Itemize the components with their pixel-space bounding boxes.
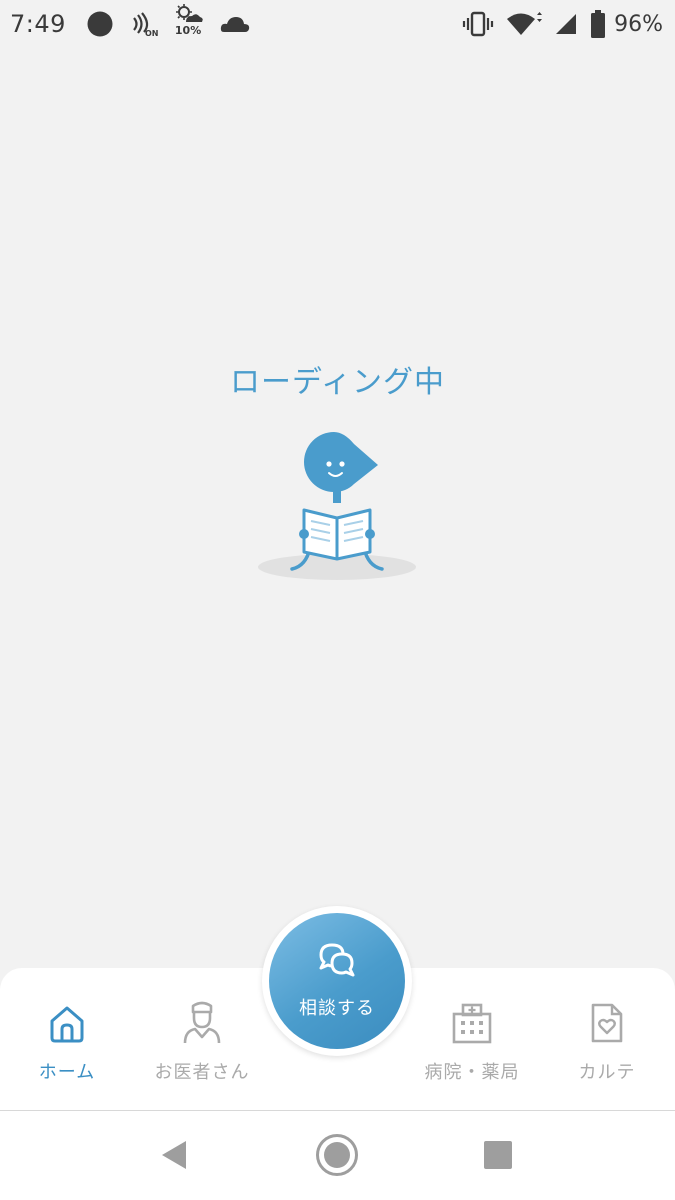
nav-item-doctor[interactable]: お医者さん <box>137 998 267 1084</box>
medical-record-icon <box>590 998 624 1044</box>
circle-notification-icon <box>86 10 114 38</box>
cell-signal-icon <box>554 12 578 36</box>
wifi-icon <box>506 11 543 37</box>
nav-label-hospital: 病院・薬局 <box>424 1062 520 1083</box>
nfc-on-icon: ON <box>130 10 158 38</box>
recents-icon <box>483 1140 513 1174</box>
nav-label-doctor: お医者さん <box>154 1062 250 1083</box>
app-screen: 7:49 ON 10% 96% ローディング中 ホーム お医者さん 病院・薬局 … <box>0 0 675 1200</box>
consult-button[interactable]: 相談する <box>262 906 412 1056</box>
chat-bubbles-icon <box>315 942 359 984</box>
nav-item-medical-record[interactable]: カルテ <box>542 998 672 1084</box>
home-circle-icon <box>315 1133 359 1181</box>
system-navigation-bar <box>0 1111 675 1200</box>
svg-text:ON: ON <box>145 29 158 38</box>
vibrate-icon <box>462 11 494 37</box>
back-icon <box>159 1139 189 1175</box>
loading-text: ローディング中 <box>230 365 445 400</box>
recents-button[interactable] <box>476 1135 520 1179</box>
cloud-icon <box>220 14 250 34</box>
doctor-icon <box>182 998 222 1044</box>
battery-icon <box>590 10 606 38</box>
status-bar: 7:49 ON 10% 96% <box>0 0 675 48</box>
consult-button-face: 相談する <box>269 913 405 1049</box>
mascot-reading-book-image <box>254 428 420 588</box>
nav-item-hospital[interactable]: 病院・薬局 <box>407 998 537 1084</box>
back-button[interactable] <box>152 1135 196 1179</box>
nav-label-home: ホーム <box>38 1062 96 1083</box>
weather-percent: 10% <box>174 24 202 37</box>
nav-item-home[interactable]: ホーム <box>2 998 132 1084</box>
battery-percent: 96% <box>614 11 663 37</box>
system-home-button[interactable] <box>315 1133 359 1181</box>
nav-label-medical-record: カルテ <box>578 1062 636 1083</box>
weather-icon: 10% <box>174 4 204 44</box>
consult-button-label: 相談する <box>299 998 375 1019</box>
status-time: 7:49 <box>10 10 66 38</box>
home-icon <box>47 998 87 1044</box>
hospital-icon <box>451 998 493 1044</box>
